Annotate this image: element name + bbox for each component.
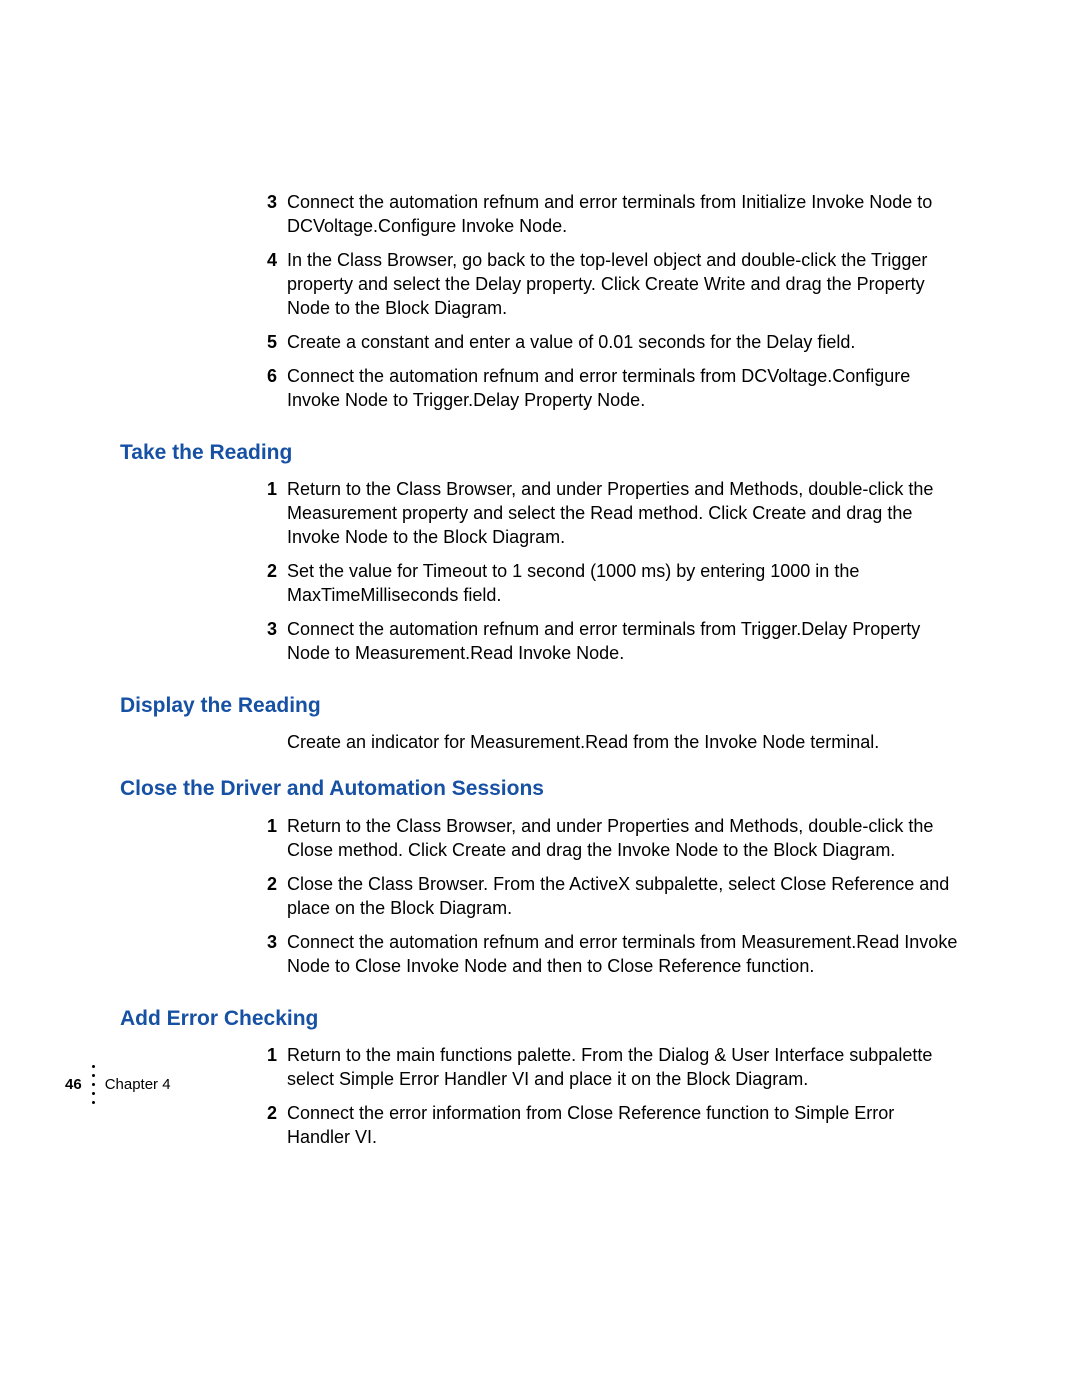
- item-text: Create a constant and enter a value of 0…: [287, 330, 960, 354]
- list-item: 3 Connect the automation refnum and erro…: [120, 190, 960, 238]
- item-number: 4: [255, 248, 277, 272]
- list-item: 3 Connect the automation refnum and erro…: [120, 930, 960, 978]
- item-text: Return to the Class Browser, and under P…: [287, 814, 960, 862]
- chapter-label: Chapter 4: [105, 1076, 171, 1093]
- item-text: Close the Class Browser. From the Active…: [287, 872, 960, 920]
- close-driver-list: 1 Return to the Class Browser, and under…: [120, 814, 960, 978]
- heading-take-the-reading: Take the Reading: [120, 440, 960, 465]
- item-number: 2: [255, 872, 277, 896]
- item-text: Return to the main functions palette. Fr…: [287, 1043, 960, 1091]
- list-item: 2 Set the value for Timeout to 1 second …: [120, 559, 960, 607]
- list-item: 5 Create a constant and enter a value of…: [120, 330, 960, 354]
- list-item: 1 Return to the main functions palette. …: [120, 1043, 960, 1091]
- item-number: 3: [255, 617, 277, 641]
- item-number: 1: [255, 477, 277, 501]
- item-text: Connect the automation refnum and error …: [287, 617, 960, 665]
- vertical-dots-icon: [92, 1062, 95, 1107]
- item-number: 3: [255, 190, 277, 214]
- list-item: 1 Return to the Class Browser, and under…: [120, 477, 960, 549]
- list-item: 4 In the Class Browser, go back to the t…: [120, 248, 960, 320]
- item-text: Connect the error information from Close…: [287, 1101, 960, 1149]
- item-number: 2: [255, 559, 277, 583]
- display-reading-paragraph: Create an indicator for Measurement.Read…: [120, 730, 960, 754]
- take-reading-list: 1 Return to the Class Browser, and under…: [120, 477, 960, 665]
- heading-display-the-reading: Display the Reading: [120, 693, 960, 718]
- list-item: 3 Connect the automation refnum and erro…: [120, 617, 960, 665]
- item-text: Connect the automation refnum and error …: [287, 190, 960, 238]
- item-number: 2: [255, 1101, 277, 1125]
- list-item: 2 Connect the error information from Clo…: [120, 1101, 960, 1149]
- item-text: In the Class Browser, go back to the top…: [287, 248, 960, 320]
- item-number: 6: [255, 364, 277, 388]
- list-item: 6 Connect the automation refnum and erro…: [120, 364, 960, 412]
- heading-close-driver: Close the Driver and Automation Sessions: [120, 776, 960, 801]
- page-footer: 46 Chapter 4: [65, 1062, 171, 1107]
- intro-continuation-list: 3 Connect the automation refnum and erro…: [120, 190, 960, 412]
- item-number: 1: [255, 814, 277, 838]
- item-text: Connect the automation refnum and error …: [287, 364, 960, 412]
- item-text: Connect the automation refnum and error …: [287, 930, 960, 978]
- list-item: 1 Return to the Class Browser, and under…: [120, 814, 960, 862]
- add-error-list: 1 Return to the main functions palette. …: [120, 1043, 960, 1149]
- item-text: Set the value for Timeout to 1 second (1…: [287, 559, 960, 607]
- document-page: 3 Connect the automation refnum and erro…: [0, 0, 1080, 1397]
- item-number: 5: [255, 330, 277, 354]
- item-number: 3: [255, 930, 277, 954]
- heading-add-error-checking: Add Error Checking: [120, 1006, 960, 1031]
- item-number: 1: [255, 1043, 277, 1067]
- page-number: 46: [65, 1076, 82, 1093]
- item-text: Return to the Class Browser, and under P…: [287, 477, 960, 549]
- list-item: 2 Close the Class Browser. From the Acti…: [120, 872, 960, 920]
